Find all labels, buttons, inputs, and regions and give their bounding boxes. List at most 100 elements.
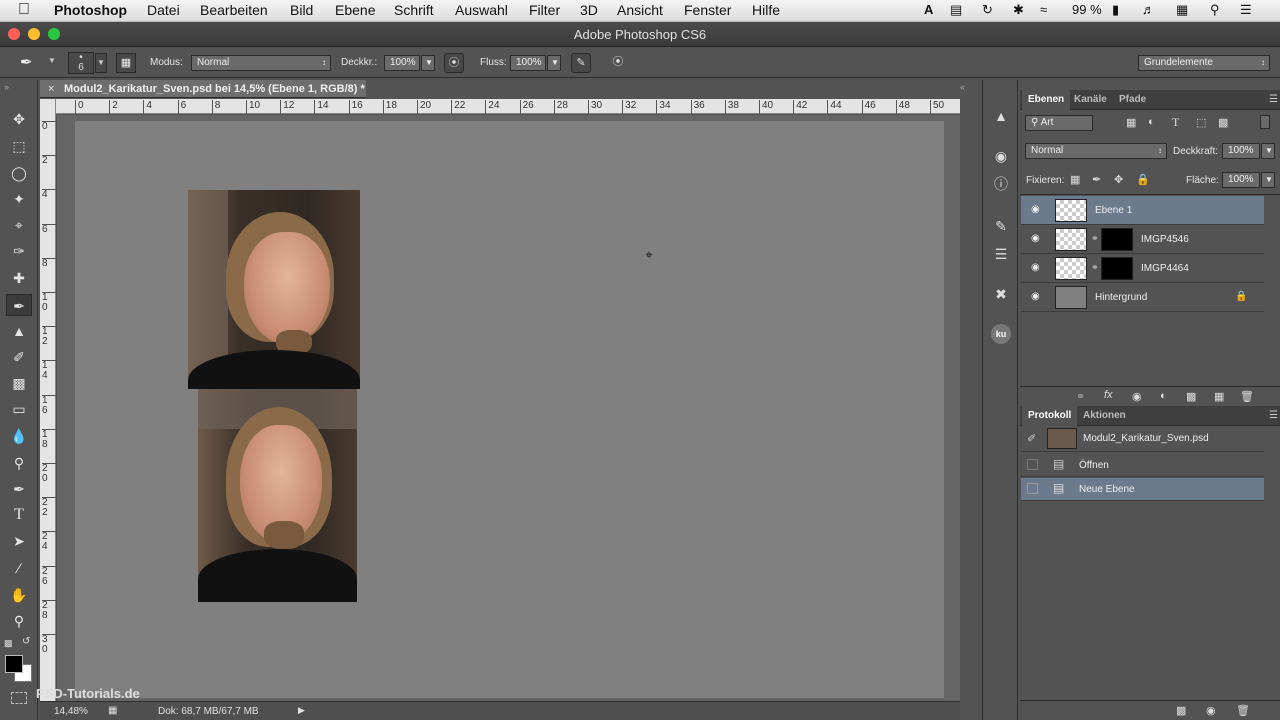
type-tool-icon[interactable]: T	[6, 504, 32, 526]
wifi-icon[interactable]: ≈	[1040, 2, 1047, 17]
tab-pfade[interactable]: Pfade	[1113, 90, 1152, 110]
histogram-icon[interactable]: ▲	[989, 104, 1013, 128]
healing-brush-tool-icon[interactable]: ✚	[6, 267, 32, 289]
layer-blend-mode-select[interactable]: Normal ↕	[1025, 143, 1167, 159]
menu-filter[interactable]: Filter	[529, 2, 560, 18]
airbrush-icon[interactable]: ✎	[571, 53, 591, 73]
tool-presets-icon[interactable]: ✖	[989, 282, 1013, 306]
flow-input[interactable]: 100%	[510, 55, 546, 71]
foreground-color-swatch[interactable]	[5, 655, 23, 673]
collapse-tools-icon[interactable]: »	[4, 82, 9, 92]
document-canvas[interactable]: ⌖	[75, 121, 944, 698]
layer-mask-thumbnail[interactable]	[1101, 257, 1133, 280]
layer-row-ebene-1[interactable]: ◉ Ebene 1	[1021, 196, 1264, 225]
menu-bild[interactable]: Bild	[290, 2, 313, 18]
add-mask-icon[interactable]: ◉	[1132, 390, 1142, 403]
tab-kanaele[interactable]: Kanäle	[1068, 90, 1113, 110]
dodge-tool-icon[interactable]: ⚲	[6, 452, 32, 474]
path-selection-tool-icon[interactable]: ➤	[6, 530, 32, 552]
lock-pixels-icon[interactable]: ✒	[1092, 173, 1101, 186]
brush-panel-toggle-icon[interactable]: ▦	[116, 53, 136, 73]
menu-hilfe[interactable]: Hilfe	[752, 2, 780, 18]
filter-adjustment-icon[interactable]: ◐	[1148, 116, 1155, 128]
brush-picker-dropdown-icon[interactable]: ▼	[95, 53, 107, 73]
visibility-eye-icon[interactable]: ◉	[1031, 233, 1045, 245]
history-source-checkbox[interactable]	[1027, 483, 1038, 494]
layer-row-imgp4464[interactable]: ◉ ⚭ IMGP4464	[1021, 254, 1264, 283]
quick-mask-icon[interactable]	[11, 692, 27, 704]
layer-row-imgp4546[interactable]: ◉ ⚭ IMGP4546	[1021, 225, 1264, 254]
default-colors-icon[interactable]: ▩	[4, 638, 13, 649]
mode-select[interactable]: Normal ↕	[191, 55, 331, 71]
opacity-input[interactable]: 100%	[384, 55, 420, 71]
magic-wand-tool-icon[interactable]: ✦	[6, 188, 32, 210]
history-snapshot[interactable]: ✐ Modul2_Karikatur_Sven.psd	[1021, 426, 1264, 452]
menu-schrift[interactable]: Schrift	[394, 2, 434, 18]
history-item-oeffnen[interactable]: ▤ Öffnen	[1021, 454, 1264, 477]
marquee-tool-icon[interactable]: ⬚	[6, 135, 32, 157]
adjustments-icon[interactable]: ☰	[989, 242, 1013, 266]
filter-toggle[interactable]	[1260, 115, 1270, 129]
layer-row-hintergrund[interactable]: ◉ Hintergrund 🔒	[1021, 283, 1264, 312]
adjustment-layer-icon[interactable]: ◐	[1160, 390, 1167, 402]
filter-shape-icon[interactable]: ⬚	[1196, 116, 1206, 129]
filter-smartobject-icon[interactable]: ▩	[1218, 116, 1228, 129]
line-tool-icon[interactable]: ∕	[6, 557, 32, 579]
horizontal-ruler[interactable]: 0 2 4 6 8 10 12 14 16 18 20 22 24 26 28 30 32 34 36 38 40 42 4…	[56, 99, 960, 114]
spotlight-icon[interactable]: ⚲	[1210, 2, 1220, 18]
kuler-icon[interactable]: ku	[991, 324, 1011, 344]
hand-tool-icon[interactable]: ✋	[6, 584, 32, 606]
blur-tool-icon[interactable]: 💧	[6, 425, 32, 447]
tab-ebenen[interactable]: Ebenen	[1022, 90, 1071, 110]
bluetooth-icon[interactable]: ✱	[1013, 2, 1024, 18]
pressure-size-icon[interactable]: ⦿	[608, 53, 628, 73]
crop-tool-icon[interactable]: ⌖	[6, 214, 32, 236]
camera-icon[interactable]: ▤	[950, 2, 962, 18]
color-icon[interactable]: ◉	[989, 144, 1013, 168]
visibility-eye-icon[interactable]: ◉	[1031, 262, 1045, 274]
close-document-icon[interactable]: ×	[48, 80, 54, 98]
clone-stamp-tool-icon[interactable]: ▲	[6, 320, 32, 342]
time-machine-icon[interactable]: ↻	[982, 2, 993, 18]
menu-datei[interactable]: Datei	[147, 2, 180, 18]
lock-position-icon[interactable]: ✥	[1114, 173, 1123, 186]
move-tool-icon[interactable]: ✥	[6, 108, 32, 130]
brush-size-picker[interactable]: • 6	[68, 52, 94, 74]
new-layer-icon[interactable]: ▦	[1214, 390, 1224, 403]
layer-opacity-input[interactable]: 100%	[1222, 143, 1260, 159]
flow-dropdown-icon[interactable]: ▼	[547, 55, 561, 71]
keyboard-icon[interactable]: ▦	[1176, 2, 1188, 18]
layer-style-fx-icon[interactable]: fx	[1104, 389, 1113, 401]
zoom-tool-icon[interactable]: ⚲	[6, 610, 32, 632]
fill-input[interactable]: 100%	[1222, 172, 1260, 188]
adobe-icon[interactable]: A	[924, 2, 933, 17]
eraser-tool-icon[interactable]: ▩	[6, 372, 32, 394]
menu-bearbeiten[interactable]: Bearbeiten	[200, 2, 268, 18]
gradient-tool-icon[interactable]: ▭	[6, 398, 32, 420]
layer-filter-select[interactable]: ⚲ Art	[1025, 115, 1093, 131]
menu-3d[interactable]: 3D	[580, 2, 598, 18]
menu-app-name[interactable]: Photoshop	[54, 2, 127, 18]
layer-opacity-dropdown-icon[interactable]: ▼	[1261, 143, 1275, 159]
vertical-ruler[interactable]: 0 2 4 6 8 1 0 1 2 1 4 1 6 1 8 2 0 2 2 2 4 2 6 2 8 3 0	[40, 99, 56, 701]
notification-center-icon[interactable]: ☰	[1240, 2, 1252, 18]
brush-tool-icon[interactable]: ✒	[20, 53, 33, 71]
lasso-tool-icon[interactable]: ◯	[6, 162, 32, 184]
document-tab[interactable]: × Modul2_Karikatur_Sven.psd bei 14,5% (E…	[40, 80, 366, 98]
layers-panel-menu-icon[interactable]: ☰	[1269, 94, 1278, 105]
tab-aktionen[interactable]: Aktionen	[1077, 406, 1132, 426]
zoom-level[interactable]: 14,48%	[54, 706, 88, 717]
history-source-checkbox[interactable]	[1027, 459, 1038, 470]
mask-link-icon[interactable]: ⚭	[1091, 262, 1099, 273]
preview-icon[interactable]: ▦	[108, 705, 117, 716]
layer-mask-thumbnail[interactable]	[1101, 228, 1133, 251]
volume-icon[interactable]: ♬	[1142, 2, 1155, 17]
link-layers-icon[interactable]: ⚭	[1076, 390, 1085, 403]
pen-tool-icon[interactable]: ✒	[6, 478, 32, 500]
mask-link-icon[interactable]: ⚭	[1091, 233, 1099, 244]
new-group-icon[interactable]: ▩	[1186, 390, 1196, 403]
visibility-eye-icon[interactable]: ◉	[1031, 291, 1045, 303]
menu-ansicht[interactable]: Ansicht	[617, 2, 663, 18]
tool-preset-dropdown-icon[interactable]: ▼	[48, 56, 56, 65]
pressure-opacity-icon[interactable]: ⦿	[444, 53, 464, 73]
